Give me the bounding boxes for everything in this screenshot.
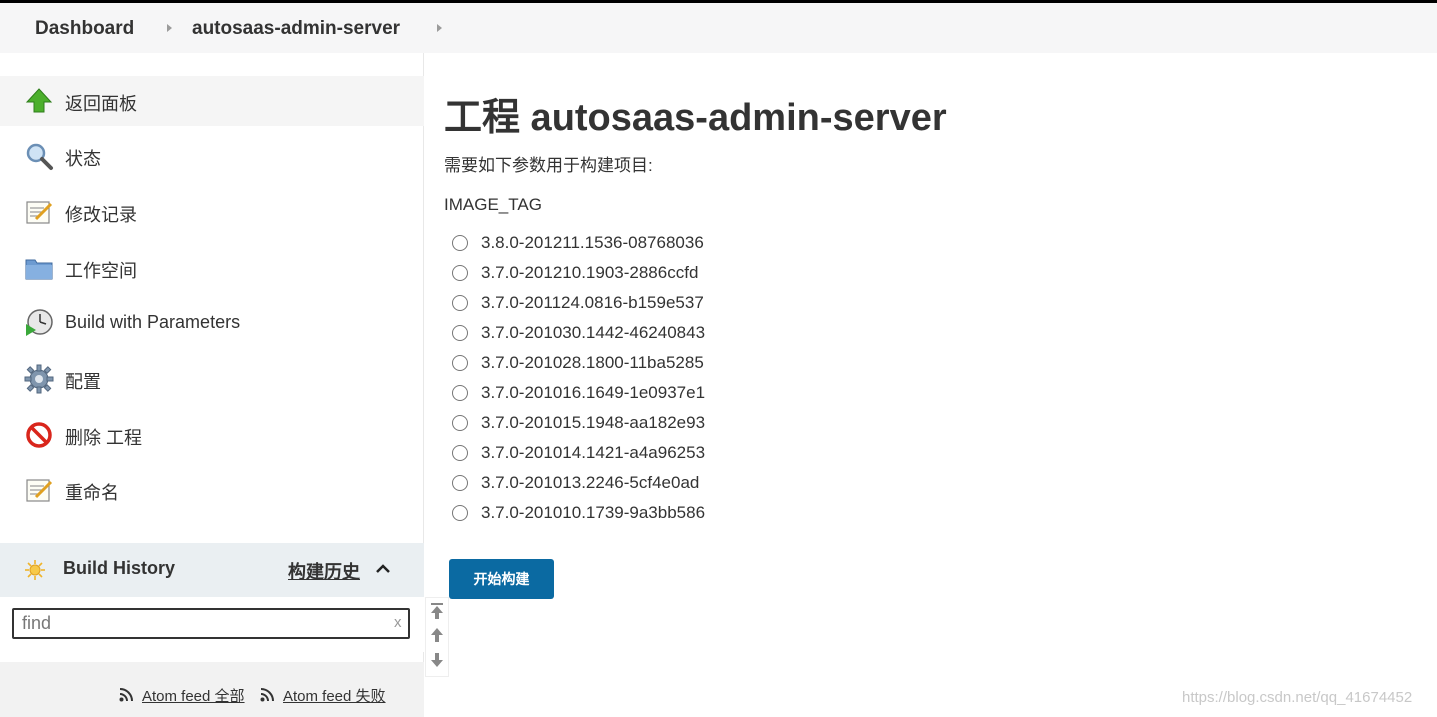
radio-button[interactable] [452, 355, 468, 371]
radio-button[interactable] [452, 265, 468, 281]
no-entry-icon [26, 422, 52, 448]
sidebar-item-label: 修改记录 [65, 205, 137, 225]
atom-feed-all-link[interactable]: Atom feed 全部 [142, 685, 245, 706]
scroll-up-icon[interactable] [430, 627, 444, 643]
breadcrumb-separator-icon[interactable] [167, 24, 172, 32]
radio-button[interactable] [452, 475, 468, 491]
sidebar-item-label: 配置 [65, 372, 101, 392]
sidebar-item-back-to-dashboard[interactable]: 返回面板 [0, 76, 424, 126]
scroll-down-icon[interactable] [430, 652, 444, 668]
chevron-up-icon[interactable] [374, 560, 392, 578]
notepad-icon [26, 479, 53, 502]
sidebar-item-build-with-parameters[interactable]: Build with Parameters [0, 298, 424, 348]
page-title: 工程 autosaas-admin-server [444, 97, 947, 139]
notepad-icon [26, 201, 53, 224]
start-build-button[interactable]: 开始构建 [449, 559, 554, 599]
radio-button[interactable] [452, 445, 468, 461]
find-input[interactable] [12, 608, 410, 639]
watermark: https://blog.csdn.net/qq_41674452 [1182, 689, 1413, 706]
rss-icon [119, 688, 133, 702]
sun-icon [25, 560, 45, 580]
radio-button[interactable] [452, 505, 468, 521]
sidebar-item-label: 重命名 [65, 483, 119, 503]
page-navigation [425, 597, 449, 677]
sidebar-item-label: 返回面板 [65, 94, 137, 114]
radio-button[interactable] [452, 325, 468, 341]
build-history-header: Build History 构建历史 [0, 543, 424, 597]
radio-button[interactable] [452, 295, 468, 311]
radio-button[interactable] [452, 235, 468, 251]
parameter-name: IMAGE_TAG [444, 195, 542, 214]
magnifier-icon [26, 143, 53, 170]
breadcrumb: Dashboard autosaas-admin-server [0, 3, 1437, 53]
build-history-search: x [0, 597, 424, 652]
clear-search-button[interactable]: x [394, 614, 402, 631]
rss-icon [260, 688, 274, 702]
build-history-trend-link[interactable]: 构建历史 [288, 558, 360, 584]
sidebar-item-delete-project[interactable]: 删除 工程 [0, 410, 424, 460]
build-history-title: Build History [63, 558, 176, 578]
atom-feed-failed-link[interactable]: Atom feed 失败 [283, 685, 386, 706]
sidebar-item-label: 工作空间 [65, 261, 137, 281]
breadcrumb-dashboard[interactable]: Dashboard [35, 18, 134, 40]
build-history-feeds: Atom feed 全部 Atom feed 失败 [0, 662, 424, 717]
up-arrow-icon [25, 88, 53, 113]
sidebar-item-label: 状态 [65, 149, 101, 169]
sidebar: 返回面板 状态 修改记录 工作空间 Build with Parameters … [0, 53, 424, 717]
radio-button[interactable] [452, 415, 468, 431]
breadcrumb-project[interactable]: autosaas-admin-server [192, 18, 400, 40]
sidebar-item-workspace[interactable]: 工作空间 [0, 243, 424, 293]
radio-button[interactable] [452, 385, 468, 401]
clock-play-icon [26, 309, 53, 336]
sidebar-item-rename[interactable]: 重命名 [0, 465, 424, 515]
folder-icon [25, 259, 53, 280]
sidebar-item-status[interactable]: 状态 [0, 131, 424, 181]
gear-icon [24, 364, 54, 394]
scroll-top-icon[interactable] [430, 602, 444, 620]
parameters-description: 需要如下参数用于构建项目: [444, 156, 653, 175]
sidebar-item-label: Build with Parameters [65, 312, 241, 332]
breadcrumb-separator-icon[interactable] [437, 24, 442, 32]
sidebar-item-changes[interactable]: 修改记录 [0, 187, 424, 237]
sidebar-item-configure[interactable]: 配置 [0, 354, 424, 404]
sidebar-item-label: 删除 工程 [65, 428, 143, 448]
